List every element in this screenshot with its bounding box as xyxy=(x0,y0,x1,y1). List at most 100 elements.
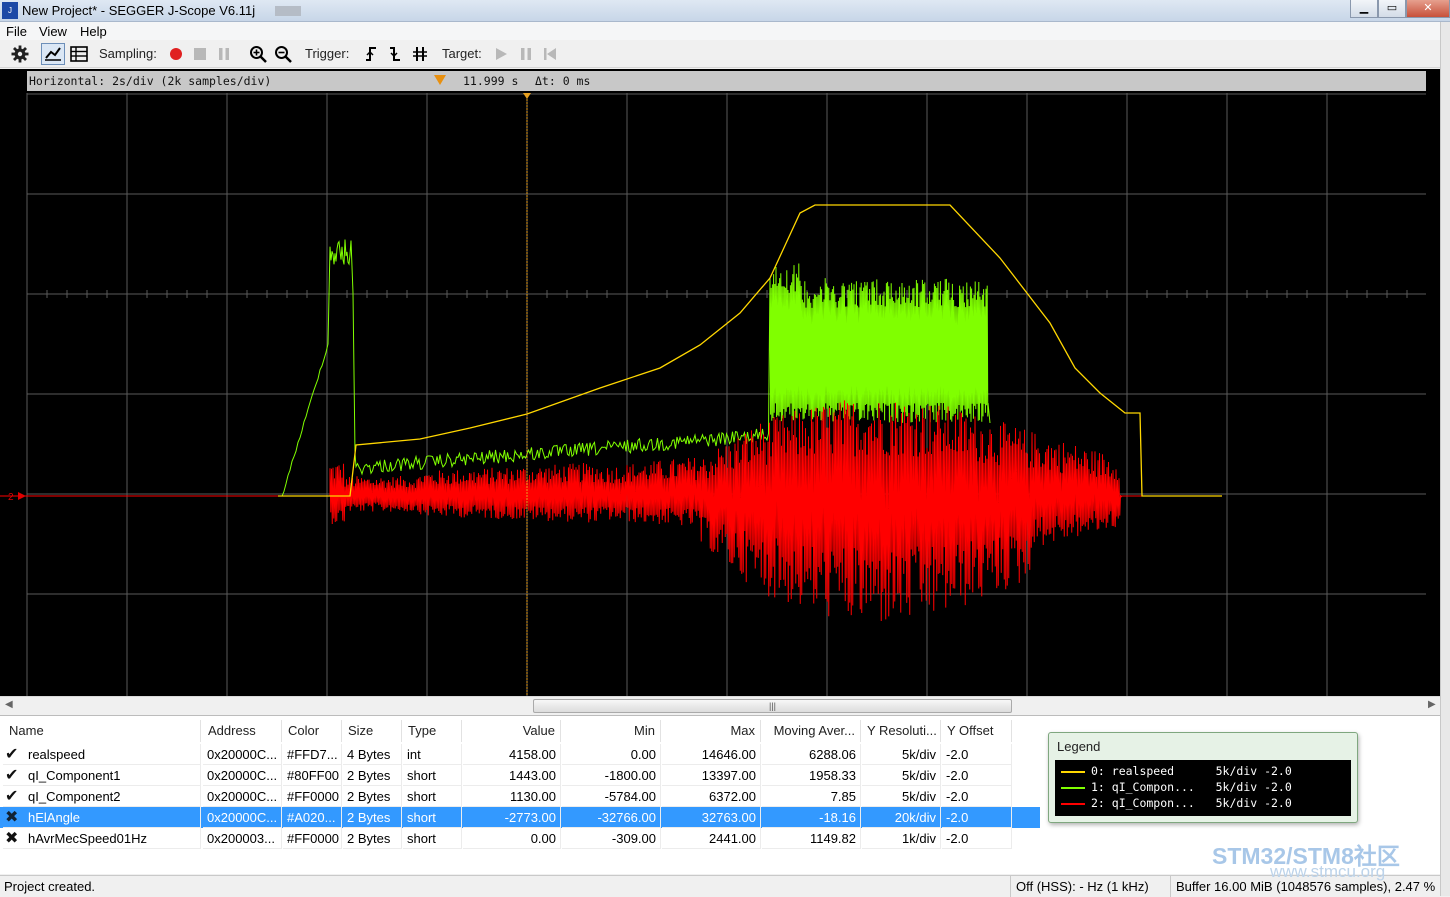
cell-min: -1800.00 xyxy=(562,765,661,786)
cell-moving-average: 1958.33 xyxy=(762,765,861,786)
cell-y-resolution: 5k/div xyxy=(862,765,941,786)
jscope-app-icon: J xyxy=(2,2,18,19)
title-blurred-text xyxy=(275,6,301,16)
cell-type: short xyxy=(403,765,462,786)
enabled-check-icon[interactable]: ✔ xyxy=(3,786,24,807)
cell-max: 32763.00 xyxy=(662,807,761,828)
window-controls: ▁ ▭ ✕ xyxy=(1350,0,1450,19)
cell-min: -5784.00 xyxy=(562,786,661,807)
scroll-thumb[interactable]: ||| xyxy=(533,699,1012,713)
cell-y-offset: -2.0 xyxy=(942,807,1012,828)
cell-y-offset: -2.0 xyxy=(942,786,1012,807)
disabled-x-icon[interactable]: ✖ xyxy=(3,807,24,828)
status-message: Project created. xyxy=(4,879,96,894)
horizontal-scrollbar[interactable]: ◀ ||| ▶ xyxy=(0,696,1440,714)
enabled-check-icon[interactable]: ✔ xyxy=(3,744,24,765)
cell-size: 2 Bytes xyxy=(343,765,402,786)
column-type[interactable]: Type xyxy=(403,720,462,742)
zoom-out-icon[interactable] xyxy=(273,45,293,63)
cell-address: 0x20000C... xyxy=(203,786,282,807)
cell-size: 2 Bytes xyxy=(343,828,402,849)
column-value[interactable]: Value xyxy=(463,720,561,742)
legend-title: Legend xyxy=(1057,739,1101,754)
column-min[interactable]: Min xyxy=(562,720,661,742)
legend-swatch xyxy=(1061,771,1085,773)
column-size[interactable]: Size xyxy=(343,720,402,742)
cell-type: short xyxy=(403,807,462,828)
enabled-check-icon[interactable]: ✔ xyxy=(3,765,24,786)
scope-plot[interactable]: 2 xyxy=(0,93,1440,696)
cell-name: hAvrMecSpeed01Hz xyxy=(24,828,201,849)
status-separator xyxy=(1170,876,1171,897)
legend-body: 0: realspeed 5k/div -2.0 1: qI_Compon...… xyxy=(1055,760,1351,816)
cell-min: -32766.00 xyxy=(562,807,661,828)
record-icon[interactable] xyxy=(167,45,185,63)
table-icon[interactable] xyxy=(68,45,90,63)
menu-help[interactable]: Help xyxy=(80,24,107,39)
menu-view[interactable]: View xyxy=(39,24,67,39)
scroll-right-icon[interactable]: ▶ xyxy=(1428,699,1436,710)
offset-marker-arrow[interactable] xyxy=(18,492,26,500)
pause-icon[interactable] xyxy=(215,45,233,63)
cell-value: -2773.00 xyxy=(463,807,561,828)
column-color[interactable]: Color xyxy=(283,720,342,742)
column-max[interactable]: Max xyxy=(662,720,761,742)
trigger-falling-icon[interactable] xyxy=(386,45,404,63)
status-separator xyxy=(1010,876,1011,897)
legend-panel[interactable]: Legend 0: realspeed 5k/div -2.0 1: qI_Co… xyxy=(1048,732,1358,823)
stop-icon[interactable] xyxy=(191,45,209,63)
table-row[interactable]: ✖ hAvrMecSpeed01Hz 0x200003... #FF0000 2 Byt… xyxy=(0,828,1040,849)
cell-size: 2 Bytes xyxy=(343,786,402,807)
window-title: New Project* - SEGGER J-Scope V6.11j xyxy=(22,3,256,18)
play-icon[interactable] xyxy=(492,45,510,63)
target-label: Target: xyxy=(442,46,482,61)
cell-moving-average: 1149.82 xyxy=(762,828,861,849)
trigger-both-icon[interactable] xyxy=(410,45,430,63)
cell-address: 0x200003... xyxy=(203,828,282,849)
maximize-button[interactable]: ▭ xyxy=(1378,0,1406,18)
legend-entry-text: 0: realspeed 5k/div -2.0 xyxy=(1091,764,1292,778)
table-row[interactable]: ✔ qI_Component1 0x20000C... #80FF00 2 Bytes s… xyxy=(0,765,1040,786)
minimize-button[interactable]: ▁ xyxy=(1350,0,1378,18)
cell-color: #A020... xyxy=(283,807,342,828)
cell-type: int xyxy=(403,744,462,765)
close-button[interactable]: ✕ xyxy=(1406,0,1450,18)
column-moving-average[interactable]: Moving Aver... xyxy=(762,720,861,742)
column-y-resolution[interactable]: Y Resoluti... xyxy=(862,720,941,742)
cell-size: 2 Bytes xyxy=(343,807,402,828)
target-pause-icon[interactable] xyxy=(517,45,535,63)
trigger-rising-icon[interactable] xyxy=(362,45,380,63)
disabled-x-icon[interactable]: ✖ xyxy=(3,828,24,849)
table-row[interactable]: ✔ qI_Component2 0x20000C... #FF0000 2 Bytes s… xyxy=(0,786,1040,807)
cell-y-resolution: 5k/div xyxy=(862,786,941,807)
right-edge-scrollbar[interactable] xyxy=(1440,22,1450,896)
scope-view[interactable]: Horizontal: 2s/div (2k samples/div) 11.9… xyxy=(0,69,1440,696)
legend-entry-text: 2: qI_Compon... 5k/div -2.0 xyxy=(1091,796,1292,810)
toolbar: Sampling: Trigger: Target: xyxy=(0,40,1440,68)
cell-y-resolution: 5k/div xyxy=(862,744,941,765)
horizontal-scale: Horizontal: 2s/div (2k samples/div) xyxy=(29,74,272,88)
cell-color: #FF0000 xyxy=(283,828,342,849)
table-row[interactable]: ✔ realspeed 0x20000C... #FFD7... 4 Bytes int 4… xyxy=(0,744,1040,765)
scope-traces xyxy=(0,204,1222,622)
cell-y-offset: -2.0 xyxy=(942,765,1012,786)
column-address[interactable]: Address xyxy=(203,720,282,742)
target-step-icon[interactable] xyxy=(541,45,559,63)
menu-file[interactable]: File xyxy=(6,24,27,39)
cell-color: #FFD7... xyxy=(283,744,342,765)
cursor-marker-icon[interactable] xyxy=(434,75,446,85)
title-bar: J New Project* - SEGGER J-Scope V6.11j ▁… xyxy=(0,0,1450,22)
column-name[interactable]: Name xyxy=(4,720,201,742)
cell-y-resolution: 20k/div xyxy=(862,807,941,828)
zoom-in-icon[interactable] xyxy=(248,45,268,63)
sampling-label: Sampling: xyxy=(99,46,157,61)
menu-bar: File View Help xyxy=(0,22,1440,40)
cell-max: 13397.00 xyxy=(662,765,761,786)
gear-icon[interactable] xyxy=(10,45,30,63)
line-chart-icon[interactable] xyxy=(41,43,65,65)
column-y-offset[interactable]: Y Offset xyxy=(942,720,1012,742)
scroll-left-icon[interactable]: ◀ xyxy=(5,699,13,710)
cell-value: 1443.00 xyxy=(463,765,561,786)
cell-color: #80FF00 xyxy=(283,765,342,786)
table-row[interactable]: ✖ hElAngle 0x20000C... #A020... 2 Bytes short… xyxy=(0,807,1040,828)
